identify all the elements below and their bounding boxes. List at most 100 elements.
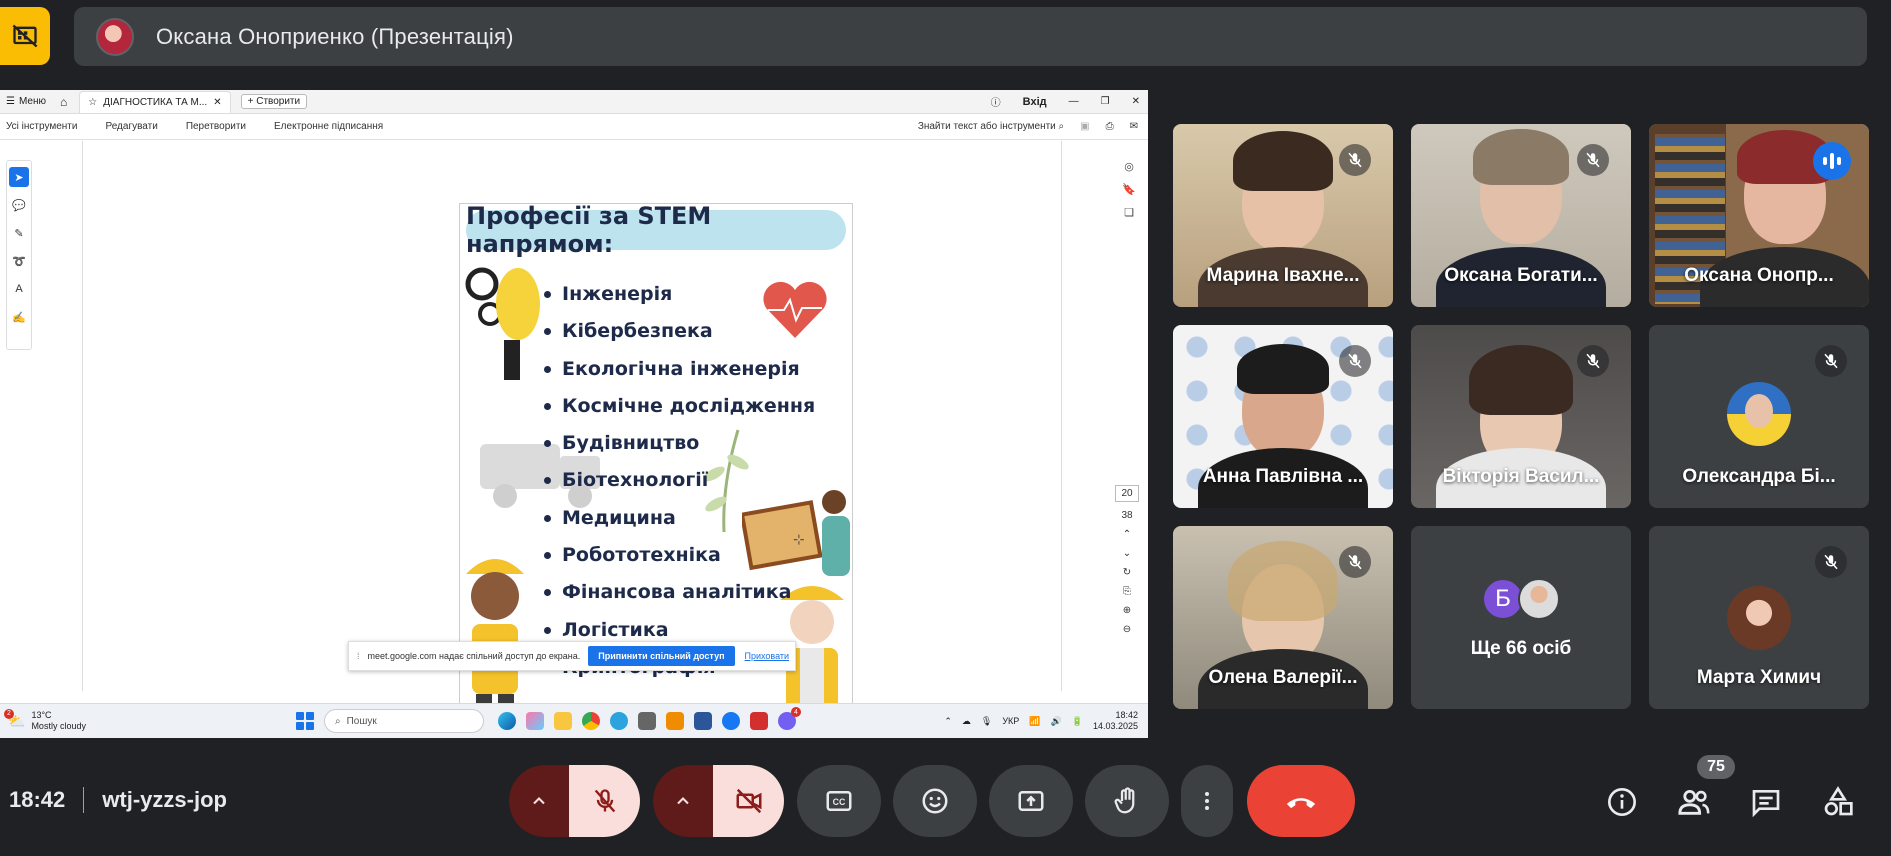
participant-tile-speaking[interactable]: Оксана Онопр... [1649,124,1869,307]
volume-icon[interactable]: 🔊 [1051,716,1062,727]
reactions-button[interactable] [893,765,977,837]
input-language[interactable]: УКР [1002,716,1019,726]
hide-notice-link[interactable]: Приховати [745,651,790,661]
find-field[interactable]: Знайти текст або інструменти ⌕ [918,121,1064,132]
participant-tile[interactable]: Олена Валерії... [1173,526,1393,709]
list-item: Космічне дослідження [544,388,815,425]
people-button[interactable] [1672,780,1716,824]
comment-tool-icon[interactable]: 💬 [9,195,29,215]
ai-assistant-icon[interactable]: ◎ [1124,160,1134,173]
calculator-icon[interactable] [638,712,656,730]
word-icon[interactable] [694,712,712,730]
camera-toggle-button[interactable] [713,765,784,837]
star-icon[interactable]: ☆ [88,97,97,108]
audio-options-button[interactable] [509,765,569,837]
participant-tile[interactable]: Марта Химич [1649,526,1869,709]
edge-icon[interactable] [498,712,516,730]
print-icon[interactable]: ⎙ [1106,121,1114,132]
hand-icon [1114,787,1135,814]
all-tools-menu[interactable]: Усі інструменти [6,121,77,132]
current-page-field[interactable]: 20 [1115,485,1139,502]
wifi-icon[interactable]: 📶 [1029,716,1040,727]
clock-time: 18:42 [1115,710,1138,720]
rotate-icon[interactable]: ↻ [1123,567,1131,578]
meeting-details-button[interactable] [1600,780,1644,824]
windows-start-icon[interactable] [296,712,314,730]
file-explorer-icon[interactable] [554,712,572,730]
participant-tile[interactable]: Олександра Бі... [1649,325,1869,508]
battery-icon[interactable]: 🔋 [1072,716,1083,727]
acrobat-icon[interactable] [750,712,768,730]
stop-presenting-button[interactable] [0,7,50,65]
page-down-icon[interactable]: ⌄ [1123,548,1131,559]
sign-tool-icon[interactable]: ✍ [9,307,29,327]
bookmark-icon[interactable]: 🔖 [1122,183,1136,196]
stop-sharing-button[interactable]: Припинити спільний доступ [588,646,735,666]
raise-hand-button[interactable] [1085,765,1169,837]
close-tab-icon[interactable]: ✕ [213,97,221,108]
page-up-icon[interactable]: ⌃ [1123,529,1131,540]
create-button[interactable]: + Створити [240,94,308,109]
save-icon[interactable]: ▣ [1080,121,1089,132]
present-screen-button[interactable] [989,765,1073,837]
list-item: Фінансова аналітика [544,574,815,611]
help-icon[interactable]: ⓘ [991,94,1001,109]
drag-handle-icon[interactable]: ⁞ [357,651,360,661]
leave-call-button[interactable] [1247,765,1355,837]
right-side-rail: ◎ 🔖 ❏ [1118,160,1140,219]
menu-button[interactable]: ☰ Меню [6,96,46,107]
vlc-icon[interactable] [666,712,684,730]
lasso-tool-icon[interactable]: ➰ [9,251,29,271]
document-viewport[interactable]: Професії за STEM напрямом: Інженерія Кіб… [82,141,1062,738]
edit-menu[interactable]: Редагувати [105,121,157,132]
chat-button[interactable] [1744,780,1788,824]
more-options-button[interactable] [1181,765,1233,837]
taskbar-clock[interactable]: 18:42 14.03.2025 [1093,710,1138,732]
activities-button[interactable] [1816,780,1860,824]
minimize-icon[interactable]: — [1069,96,1079,107]
cloud-icon[interactable]: ☁ [962,716,971,727]
system-tray: ⌃ ☁ 🎙 УКР 📶 🔊 🔋 18:42 14.03.2025 [944,710,1138,732]
speaking-indicator-icon [1813,142,1851,180]
telegram-icon[interactable] [610,712,628,730]
mail-icon[interactable]: ✉ [1130,121,1138,132]
viber-icon[interactable]: 4 [778,707,801,730]
text-tool-icon[interactable]: A [9,279,29,299]
participant-tile[interactable]: Оксана Богати... [1411,124,1631,307]
participant-tile[interactable]: Вікторія Васил... [1411,325,1631,508]
convert-menu[interactable]: Перетворити [186,121,246,132]
facebook-icon[interactable] [722,712,740,730]
more-participants-tile[interactable]: Б Ще 66 осіб [1411,526,1631,709]
list-item: Екологічна інженерія [544,351,815,388]
maximize-icon[interactable]: ❐ [1101,96,1110,107]
document-tab[interactable]: ☆ ДІАГНОСТИКА ТА М... ✕ [79,90,231,113]
taskbar-search[interactable]: ⌕ Пошук [324,709,484,733]
login-button[interactable]: Вхід [1023,96,1047,108]
zoom-in-icon[interactable]: ⊕ [1123,605,1131,616]
more-vert-icon [1205,792,1209,810]
weather-widget[interactable]: ⛅ 2 13°C Mostly cloudy [4,708,86,732]
chrome-icon[interactable] [582,712,600,730]
participant-count-badge: 75 [1697,755,1735,779]
participant-tile[interactable]: Марина Івахне... [1173,124,1393,307]
camera-off-icon [736,788,761,814]
microphone-icon[interactable]: 🎙 [981,716,992,727]
select-tool-icon[interactable]: ➤ [9,167,29,187]
emoji-icon [922,788,948,814]
chevron-up-icon[interactable]: ⌃ [944,716,952,727]
zoom-out-icon[interactable]: ⊖ [1123,624,1131,635]
close-window-icon[interactable]: ✕ [1132,96,1140,107]
presenter-name: Оксана Оноприенко (Презентація) [156,23,514,49]
video-options-button[interactable] [653,765,713,837]
participant-avatar [1518,578,1560,620]
sign-menu[interactable]: Електронне підписання [274,121,383,132]
fit-page-icon[interactable]: ⎘ [1123,586,1131,597]
copilot-icon[interactable] [526,712,544,730]
copy-icon[interactable]: ❏ [1124,206,1134,219]
microphone-toggle-button[interactable] [569,765,640,837]
captions-button[interactable]: CC [797,765,881,837]
pen-tool-icon[interactable]: ✎ [9,223,29,243]
home-icon[interactable]: ⌂ [60,95,67,109]
participant-name: Олена Валерії... [1208,667,1358,688]
participant-tile[interactable]: Анна Павлівна ... [1173,325,1393,508]
